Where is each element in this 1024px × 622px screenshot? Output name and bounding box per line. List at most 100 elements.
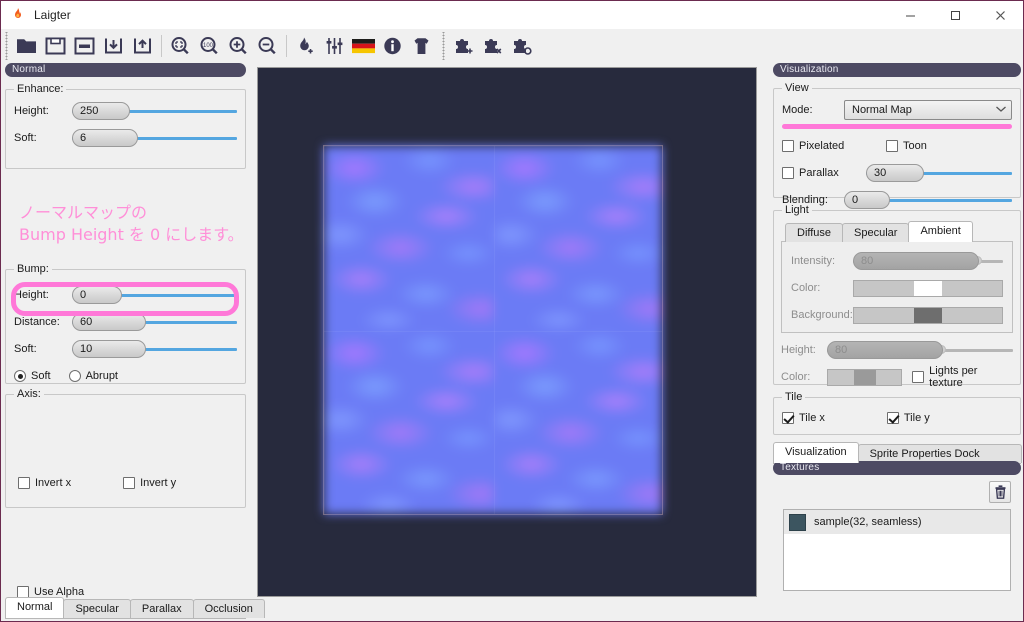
invert-y-checkbox[interactable]: Invert y <box>123 477 176 489</box>
bump-soft-value[interactable]: 10 <box>72 340 146 358</box>
close-icon <box>996 10 1005 20</box>
parallax-checkbox[interactable]: Parallax <box>782 167 866 179</box>
pixelated-checkbox[interactable]: Pixelated <box>782 140 866 152</box>
add-plugin-icon[interactable] <box>449 31 478 60</box>
shirt-icon[interactable] <box>407 31 436 60</box>
import-icon[interactable] <box>99 31 128 60</box>
open-project-icon[interactable] <box>12 31 41 60</box>
tile-y-checkbox[interactable]: Tile y <box>886 412 930 424</box>
tab-normal[interactable]: Normal <box>5 597 65 618</box>
light-tab-ambient[interactable]: Ambient <box>908 221 973 242</box>
bump-group-label: Bump: <box>14 263 52 275</box>
light-tab-specular[interactable]: Specular <box>842 223 910 242</box>
flame-icon <box>15 8 21 18</box>
enhance-height-label: Height: <box>14 105 49 117</box>
zoom-in-icon[interactable] <box>224 31 253 60</box>
parallax-slider[interactable]: 30 <box>866 162 1012 184</box>
blending-slider[interactable]: 0 <box>844 189 1012 211</box>
tab-specular[interactable]: Specular <box>63 599 131 618</box>
radio-indicator <box>14 370 26 382</box>
bump-height-value[interactable]: 0 <box>72 286 122 304</box>
view-mode-select[interactable]: Normal Map <box>844 100 1012 120</box>
blending-value[interactable]: 0 <box>844 191 890 209</box>
minimize-button[interactable] <box>888 1 933 29</box>
save-project-icon[interactable] <box>41 31 70 60</box>
maximize-button[interactable] <box>933 1 978 29</box>
magnifier-plus-icon <box>229 36 247 54</box>
preview-tile-seams <box>324 146 662 514</box>
bump-distance-row: Distance: 60 <box>14 311 237 333</box>
light-color2-label: Color: <box>781 371 811 383</box>
axis-group: Axis: Invert x Invert y <box>5 388 246 508</box>
visualization-dock-title: Visualization <box>773 63 1021 77</box>
bump-height-label: Height: <box>14 289 49 301</box>
flag-de-icon <box>352 38 375 53</box>
tab-visualization[interactable]: Visualization <box>773 442 859 463</box>
light-intensity-value[interactable]: 80 <box>853 252 979 270</box>
tab-parallax[interactable]: Parallax <box>129 599 194 618</box>
toon-checkbox[interactable]: Toon <box>886 140 927 152</box>
light-group: Light Diffuse Specular Ambient Intensity… <box>773 204 1021 389</box>
tile-y-label: Tile y <box>903 412 930 424</box>
lights-per-texture-checkbox[interactable]: Lights per texture <box>912 365 1013 389</box>
save-as-project-icon[interactable] <box>70 31 99 60</box>
toolbar-grip[interactable] <box>3 31 12 60</box>
tab-occlusion[interactable]: Occlusion <box>192 599 265 618</box>
bump-mode-abrupt-radio[interactable]: Abrupt <box>68 370 118 382</box>
preview-viewport[interactable] <box>257 67 757 597</box>
swatch-color <box>914 280 942 296</box>
light-height-value[interactable]: 80 <box>827 341 943 359</box>
enhance-height-value[interactable]: 250 <box>72 102 130 120</box>
zoom-out-icon[interactable] <box>253 31 282 60</box>
zoom-fit-icon[interactable] <box>166 31 195 60</box>
bump-soft-slider[interactable]: 10 <box>72 338 237 360</box>
bump-mode-soft-radio[interactable]: Soft <box>14 370 51 382</box>
export-icon[interactable] <box>128 31 157 60</box>
textures-dock-panel: Textures sample(32, seamless) <box>773 461 1021 599</box>
enhance-soft-slider[interactable]: 6 <box>72 127 237 149</box>
normal-map-preview[interactable] <box>323 145 663 515</box>
close-button[interactable] <box>978 1 1023 29</box>
bump-distance-value[interactable]: 60 <box>72 313 146 331</box>
invert-x-label: Invert x <box>35 477 72 489</box>
enhance-group: Enhance: Height: 250 Soft: 6 <box>5 83 246 169</box>
add-flame-icon[interactable] <box>291 31 320 60</box>
info-circle-icon <box>384 37 401 54</box>
normal-dock-panel: Normal Enhance: Height: 250 Soft: 6 ノーマル… <box>5 63 246 599</box>
light-height-label: Height: <box>781 344 816 356</box>
enhance-soft-label: Soft: <box>14 132 37 144</box>
parallax-row: Parallax 30 <box>782 162 1012 184</box>
toolbar-grip[interactable] <box>440 31 449 60</box>
enhance-height-slider[interactable]: 250 <box>72 100 237 122</box>
bump-height-slider[interactable]: 0 <box>72 284 237 306</box>
bump-distance-slider[interactable]: 60 <box>72 311 237 333</box>
invert-y-label: Invert y <box>140 477 177 489</box>
light-tab-bar: Diffuse Specular Ambient <box>785 221 1013 242</box>
tile-x-checkbox[interactable]: Tile x <box>782 412 825 424</box>
parallax-value[interactable]: 30 <box>866 164 924 182</box>
light-intensity-slider[interactable]: 80 <box>853 250 1003 272</box>
view-group-label: View <box>782 82 812 94</box>
delete-texture-button[interactable] <box>989 481 1011 503</box>
light-color2-swatch[interactable] <box>827 368 903 386</box>
swatch-color <box>853 369 876 385</box>
light-height-slider[interactable]: 80 <box>827 339 1013 361</box>
checkbox-indicator <box>123 477 136 489</box>
light-color-swatch[interactable] <box>853 279 1003 297</box>
settings-sliders-icon[interactable] <box>320 31 349 60</box>
enhance-soft-value[interactable]: 6 <box>72 129 138 147</box>
info-icon[interactable] <box>378 31 407 60</box>
list-item[interactable]: sample(32, seamless) <box>784 510 1010 534</box>
light-intensity-row: Intensity: 80 <box>791 250 1003 272</box>
axis-group-label: Axis: <box>14 388 44 400</box>
invert-x-checkbox[interactable]: Invert x <box>18 477 71 489</box>
zoom-100-icon[interactable]: 100 <box>195 31 224 60</box>
configure-plugin-icon[interactable] <box>507 31 536 60</box>
bump-soft-row: Soft: 10 <box>14 338 237 360</box>
checkbox-indicator <box>912 371 925 383</box>
remove-plugin-icon[interactable] <box>478 31 507 60</box>
light-background-swatch[interactable] <box>853 306 1003 324</box>
light-tab-diffuse[interactable]: Diffuse <box>785 223 844 242</box>
german-flag-icon[interactable] <box>349 31 378 60</box>
texture-list[interactable]: sample(32, seamless) <box>783 509 1011 591</box>
